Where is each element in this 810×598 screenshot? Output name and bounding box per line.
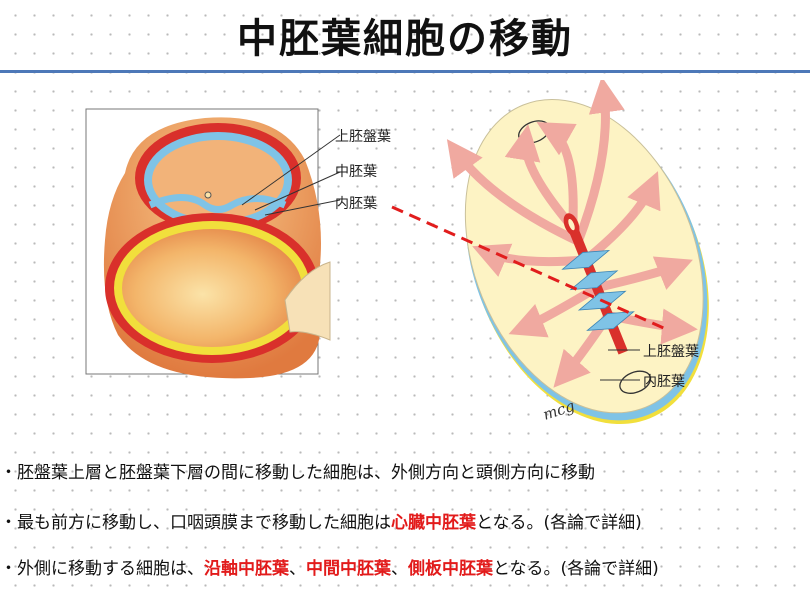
bullet-marker: ・: [0, 463, 17, 483]
embryonic-disc-view: mcg: [391, 80, 709, 425]
embryo-cross-section: [85, 108, 341, 379]
embryo-figure: 上胚盤葉 中胚葉 内胚葉 mcg 上胚盤葉 内胚葉: [85, 80, 709, 425]
bullet-item-3: ・外側に移動する細胞は、沿軸中胚葉、中間中胚葉、側板中胚葉となる。(各論で詳細): [0, 554, 659, 579]
highlight-intermediate-mesoderm: 中間中胚葉: [306, 559, 391, 579]
primitive-node: [204, 191, 212, 199]
highlight-lateral-plate-mesoderm: 側板中胚葉: [408, 559, 493, 579]
bullet-text: 、: [391, 559, 408, 579]
right-label-endoderm: 内胚葉: [643, 374, 685, 390]
bullet-item-2: ・最も前方に移動し、口咽頭膜まで移動した細胞は心臓中胚葉となる。(各論で詳細): [0, 508, 642, 533]
right-label-ectoderm: 上胚盤葉: [643, 344, 699, 360]
yolk-sac: [114, 221, 310, 355]
bullet-item-1: ・胚盤葉上層と胚盤葉下層の間に移動した細胞は、外側方向と頭側方向に移動: [0, 458, 595, 483]
left-label-endoderm: 内胚葉: [335, 196, 377, 212]
bullet-text: となる。(各論で詳細): [493, 559, 659, 579]
highlight-paraxial-mesoderm: 沿軸中胚葉: [204, 559, 289, 579]
highlight-cardiac-mesoderm: 心臓中胚葉: [391, 513, 476, 533]
bullet-marker: ・: [0, 559, 17, 579]
bullet-text: となる。(各論で詳細): [476, 513, 642, 533]
bullet-text: 胚盤葉上層と胚盤葉下層の間に移動した細胞は、外側方向と頭側方向に移動: [17, 463, 595, 483]
bullet-marker: ・: [0, 513, 17, 533]
left-label-mesoderm: 中胚葉: [335, 164, 377, 180]
bullet-text: 最も前方に移動し、口咽頭膜まで移動した細胞は: [17, 513, 391, 533]
title-underline: [0, 70, 810, 73]
illustrator-signature: mcg: [541, 397, 577, 424]
slide-title: 中胚葉細胞の移動: [237, 16, 573, 62]
bullet-text: 、: [289, 559, 306, 579]
left-label-ectoderm: 上胚盤葉: [335, 129, 391, 145]
bullet-text: 外側に移動する細胞は、: [17, 559, 204, 579]
